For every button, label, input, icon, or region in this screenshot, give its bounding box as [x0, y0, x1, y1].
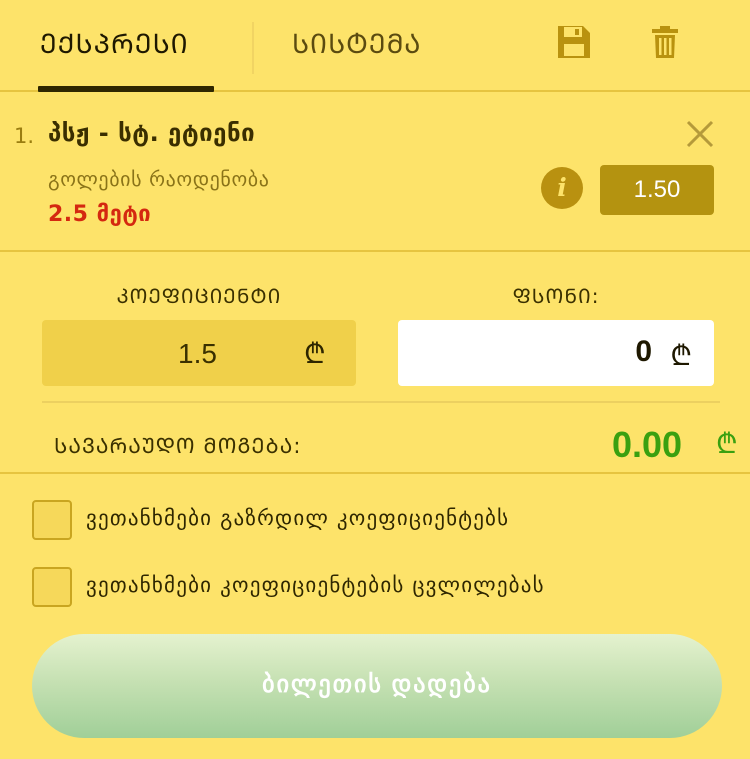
- stake-value[interactable]: 0: [635, 335, 652, 369]
- divider: [42, 401, 720, 403]
- accept-odds-changes-checkbox[interactable]: [32, 567, 72, 607]
- bet-item: 1. პსჟ - სტ. ეტიენი გოლების რაოდენობა 2.…: [0, 94, 750, 252]
- trash-icon[interactable]: [648, 24, 684, 60]
- accept-increased-odds-label[interactable]: ვეთანხმები გაზრდილ კოეფიციენტებს: [86, 506, 509, 530]
- place-bet-label: ბილეთის დადება: [262, 671, 492, 698]
- tab-system[interactable]: ᲡᲘᲡᲢᲔᲛᲐ: [292, 24, 421, 61]
- lari-currency-icon: ₾: [716, 427, 738, 460]
- accept-odds-changes-label[interactable]: ვეთანხმები კოეფიციენტების ცვლილებას: [86, 573, 545, 597]
- save-icon[interactable]: [556, 24, 592, 60]
- lari-currency-icon: ₾: [304, 337, 326, 370]
- tab-divider: [252, 22, 254, 74]
- accept-odds-changes-option[interactable]: ვეთანხმები კოეფიციენტების ცვლილებას: [30, 565, 720, 607]
- potential-win-value: 0.00: [612, 424, 683, 465]
- lari-currency-icon: ₾: [670, 339, 692, 372]
- stake-label: ᲤᲡᲝᲜᲘ:: [512, 284, 600, 308]
- coefficient-label: ᲙᲝᲔᲤᲘᲪᲘᲔᲜᲢᲘ: [116, 284, 282, 308]
- odds-badge: 1.50: [600, 165, 714, 215]
- close-icon[interactable]: [684, 118, 716, 150]
- match-title: პსჟ - სტ. ეტიენი: [48, 119, 256, 147]
- selection-name: 2.5 მეტი: [48, 202, 152, 227]
- tab-express[interactable]: ᲔᲥᲡᲞᲠᲔᲡᲘ: [40, 24, 189, 61]
- stake-section: ᲙᲝᲔᲤᲘᲪᲘᲔᲜᲢᲘ ᲤᲡᲝᲜᲘ: 1.5 ₾ 0 ₾ ᲡᲐᲕᲐᲠᲐᲣᲓᲝ Მ…: [0, 254, 750, 474]
- place-bet-button[interactable]: ბილეთის დადება: [32, 634, 722, 738]
- coefficient-field: 1.5 ₾: [42, 320, 356, 386]
- bet-slip-tabs: ᲔᲥᲡᲞᲠᲔᲡᲘ ᲡᲘᲡᲢᲔᲛᲐ: [0, 0, 750, 92]
- bet-index: 1.: [14, 124, 35, 148]
- active-tab-indicator: [38, 86, 214, 92]
- potential-win-label: ᲡᲐᲕᲐᲠᲐᲣᲓᲝ ᲛᲝᲒᲔᲑᲐ:: [54, 434, 302, 458]
- accept-increased-odds-option[interactable]: ვეთანხმები გაზრდილ კოეფიციენტებს: [30, 498, 720, 540]
- coefficient-value: 1.5: [178, 338, 217, 369]
- info-icon[interactable]: i: [541, 167, 583, 209]
- market-name: გოლების რაოდენობა: [48, 167, 270, 191]
- accept-increased-odds-checkbox[interactable]: [32, 500, 72, 540]
- stake-input[interactable]: 0 ₾: [398, 320, 714, 386]
